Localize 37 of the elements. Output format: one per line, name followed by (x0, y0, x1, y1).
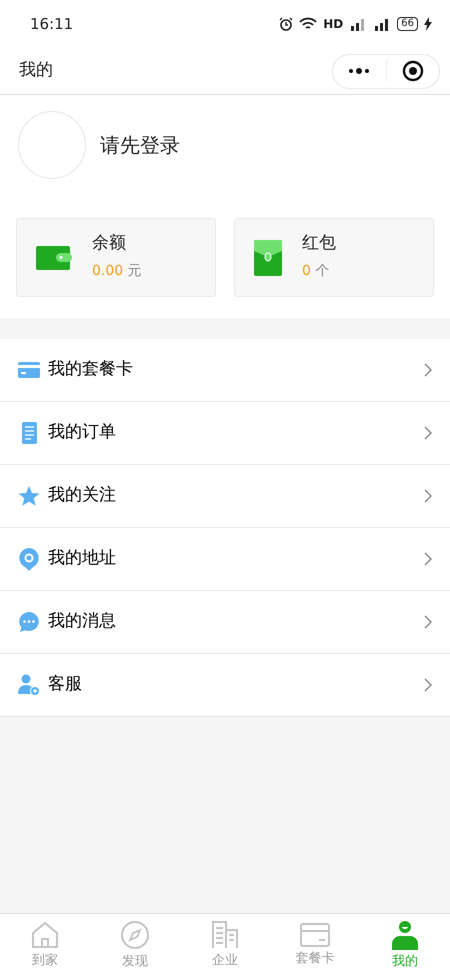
card-icon (300, 922, 330, 947)
page-title: 我的 (19, 59, 53, 82)
more-icon[interactable] (347, 67, 372, 75)
envelope-icon (254, 240, 282, 276)
user-add-icon (18, 674, 40, 696)
chevron-icon (424, 489, 432, 503)
charging-icon (424, 17, 432, 31)
capsule-menu[interactable] (332, 54, 440, 88)
location-icon (18, 547, 40, 571)
chevron-icon (424, 552, 432, 566)
wallet-icon (36, 246, 72, 270)
wifi-icon (299, 17, 318, 31)
chevron-icon (424, 678, 432, 692)
user-icon (392, 920, 418, 950)
building-icon (211, 920, 239, 949)
compass-icon (120, 920, 150, 950)
chat-icon (18, 611, 40, 633)
card-title: 余额 (92, 232, 127, 254)
star-icon (18, 485, 40, 507)
home-icon (31, 920, 59, 949)
chevron-icon (424, 363, 432, 377)
close-icon[interactable] (402, 60, 424, 82)
card-title: 红包 (302, 232, 336, 254)
card-icon (18, 361, 40, 379)
battery-level: 66 (397, 17, 418, 31)
status-time: 16:11 (30, 14, 74, 35)
amount-value: 0.00 (92, 263, 124, 280)
amount-unit: 个 (315, 263, 330, 280)
chevron-icon (424, 615, 432, 629)
wallet-card[interactable]: 余额 0.00 元 (16, 218, 216, 297)
wallet-card[interactable]: 红包 0 个 (234, 218, 434, 297)
login-prompt[interactable]: 请先登录 (100, 130, 180, 160)
alarm-icon (279, 17, 294, 31)
amount-value: 0 (302, 263, 311, 280)
chevron-icon (424, 426, 432, 440)
network-label: HD (323, 16, 344, 33)
amount-unit: 元 (128, 263, 142, 280)
